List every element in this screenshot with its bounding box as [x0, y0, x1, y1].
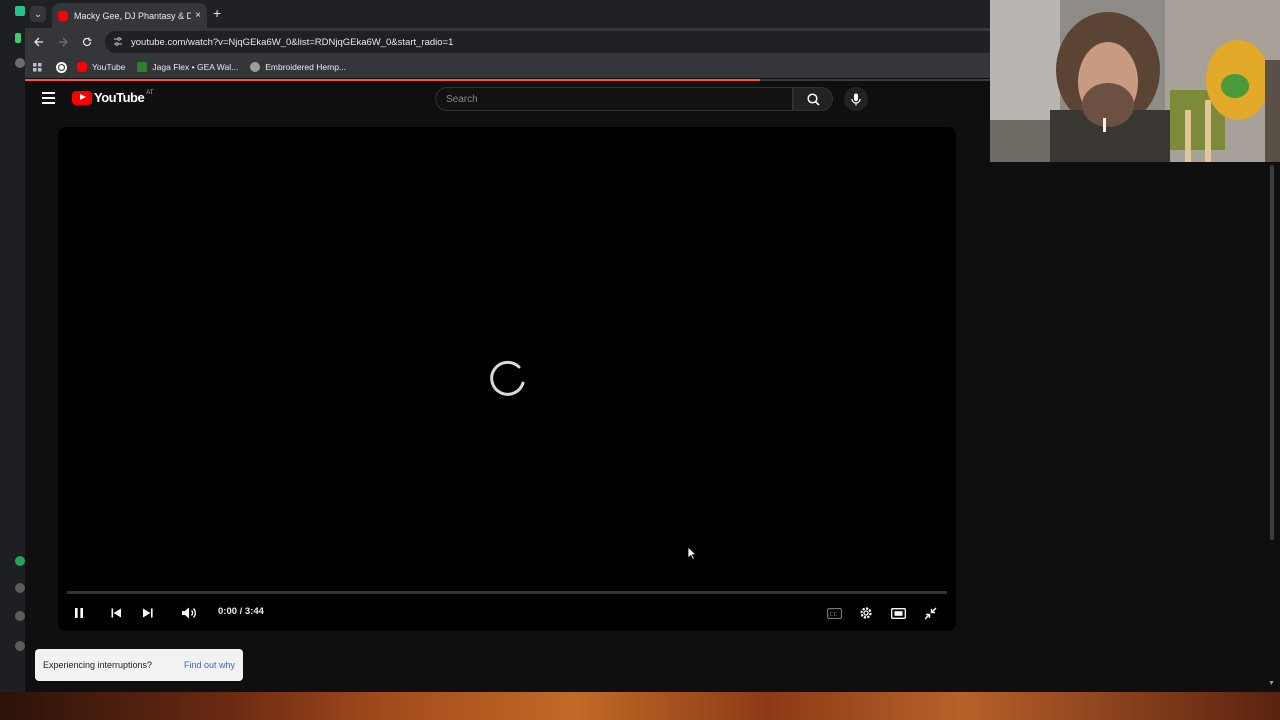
voice-search-button[interactable]: [844, 87, 868, 111]
captions-icon: CC: [826, 607, 842, 619]
desktop-sidebar-strip: [0, 0, 25, 720]
address-bar[interactable]: youtube.com/watch?v=NjqGEka6W_0&list=RDN…: [105, 31, 990, 53]
bookmark-youtube[interactable]: YouTube: [77, 62, 125, 72]
bookmark-label: Embroidered Hemp...: [265, 62, 347, 72]
browser-toolbar: youtube.com/watch?v=NjqGEka6W_0&list=RDN…: [25, 28, 990, 56]
desktop-background: [0, 692, 1280, 720]
pause-icon: [75, 608, 83, 618]
country-code: AT: [146, 89, 154, 96]
settings-button[interactable]: [855, 602, 877, 624]
reload-icon[interactable]: [79, 34, 95, 50]
interruptions-toast: Experiencing interruptions? Find out why: [35, 649, 243, 681]
scrollbar-thumb[interactable]: [1270, 165, 1274, 540]
search-button[interactable]: [793, 87, 833, 111]
toast-message: Experiencing interruptions?: [43, 660, 153, 670]
youtube-play-icon: [72, 90, 92, 105]
google-icon[interactable]: [56, 61, 67, 73]
find-out-why-link[interactable]: Find out why: [184, 660, 235, 670]
theater-mode-icon: [890, 607, 906, 619]
logo-text: YouTube: [94, 90, 145, 105]
video-player[interactable]: 0:00 / 3:44 CC: [58, 127, 956, 631]
time-display: 0:00 / 3:44: [218, 606, 264, 617]
forward-arrow-icon[interactable]: [55, 34, 71, 50]
new-tab-button[interactable]: +: [213, 5, 221, 21]
theater-mode-button[interactable]: [887, 602, 909, 624]
skip-next-icon: [143, 608, 153, 618]
back-arrow-icon[interactable]: [31, 34, 47, 50]
gea-icon: [137, 62, 148, 72]
exit-fullscreen-icon: [924, 607, 936, 619]
bookmark-label: Jaga Flex • GEA Wal...: [152, 62, 239, 72]
pause-button[interactable]: [68, 602, 90, 624]
search-icon: [806, 92, 820, 106]
next-button[interactable]: [137, 602, 159, 624]
chevron-down-icon[interactable]: ⌄: [30, 6, 46, 22]
exit-fullscreen-button[interactable]: [919, 602, 941, 624]
svg-text:CC: CC: [829, 611, 837, 617]
bookmarks-bar: YouTube Jaga Flex • GEA Wal... Embroider…: [25, 56, 990, 78]
site-info-icon[interactable]: [113, 36, 123, 48]
tab-title: Macky Gee, DJ Phantasy & DJ ...: [74, 10, 192, 21]
player-controls: 0:00 / 3:44 CC: [58, 597, 956, 627]
bookmark-jaga-flex[interactable]: Jaga Flex • GEA Wal...: [137, 62, 238, 72]
volume-icon: [182, 607, 196, 619]
youtube-icon: [77, 62, 87, 72]
hamburger-menu-icon[interactable]: [42, 92, 55, 104]
captions-button[interactable]: CC: [823, 602, 845, 624]
screen: ⌄ Macky Gee, DJ Phantasy & DJ ... × +: [0, 0, 1280, 720]
app-icon[interactable]: [15, 583, 25, 593]
search-input[interactable]: [435, 87, 793, 111]
close-icon[interactable]: ×: [195, 10, 201, 21]
settings-icon[interactable]: [15, 611, 25, 621]
tab-active[interactable]: Macky Gee, DJ Phantasy & DJ ... ×: [52, 3, 207, 28]
volume-button[interactable]: [178, 602, 200, 624]
microphone-icon: [851, 93, 861, 105]
app-icon[interactable]: [15, 556, 25, 566]
app-icon[interactable]: [15, 6, 25, 16]
youtube-logo[interactable]: YouTube AT: [72, 90, 153, 105]
scroll-down-arrow-icon[interactable]: ▼: [1268, 680, 1275, 687]
previous-button[interactable]: [105, 602, 127, 624]
gear-icon: [860, 607, 872, 619]
webcam-overlay: [990, 0, 1280, 162]
loading-spinner-icon: [490, 360, 525, 396]
skip-previous-icon: [111, 608, 121, 618]
bookmark-label: YouTube: [92, 62, 126, 72]
app-icon[interactable]: [15, 58, 25, 68]
youtube-favicon-icon: [58, 10, 68, 21]
globe-icon: [250, 62, 261, 72]
app-icon[interactable]: [15, 33, 21, 43]
url-text: youtube.com/watch?v=NjqGEka6W_0&list=RDN…: [131, 36, 454, 48]
bookmark-embroidered-hemp[interactable]: Embroidered Hemp...: [250, 62, 346, 72]
tab-strip: ⌄ Macky Gee, DJ Phantasy & DJ ... × +: [25, 0, 990, 28]
user-icon[interactable]: [15, 641, 25, 651]
mouse-cursor-icon: [687, 546, 697, 560]
apps-grid-icon[interactable]: [33, 62, 42, 72]
progress-bar[interactable]: [67, 591, 947, 594]
